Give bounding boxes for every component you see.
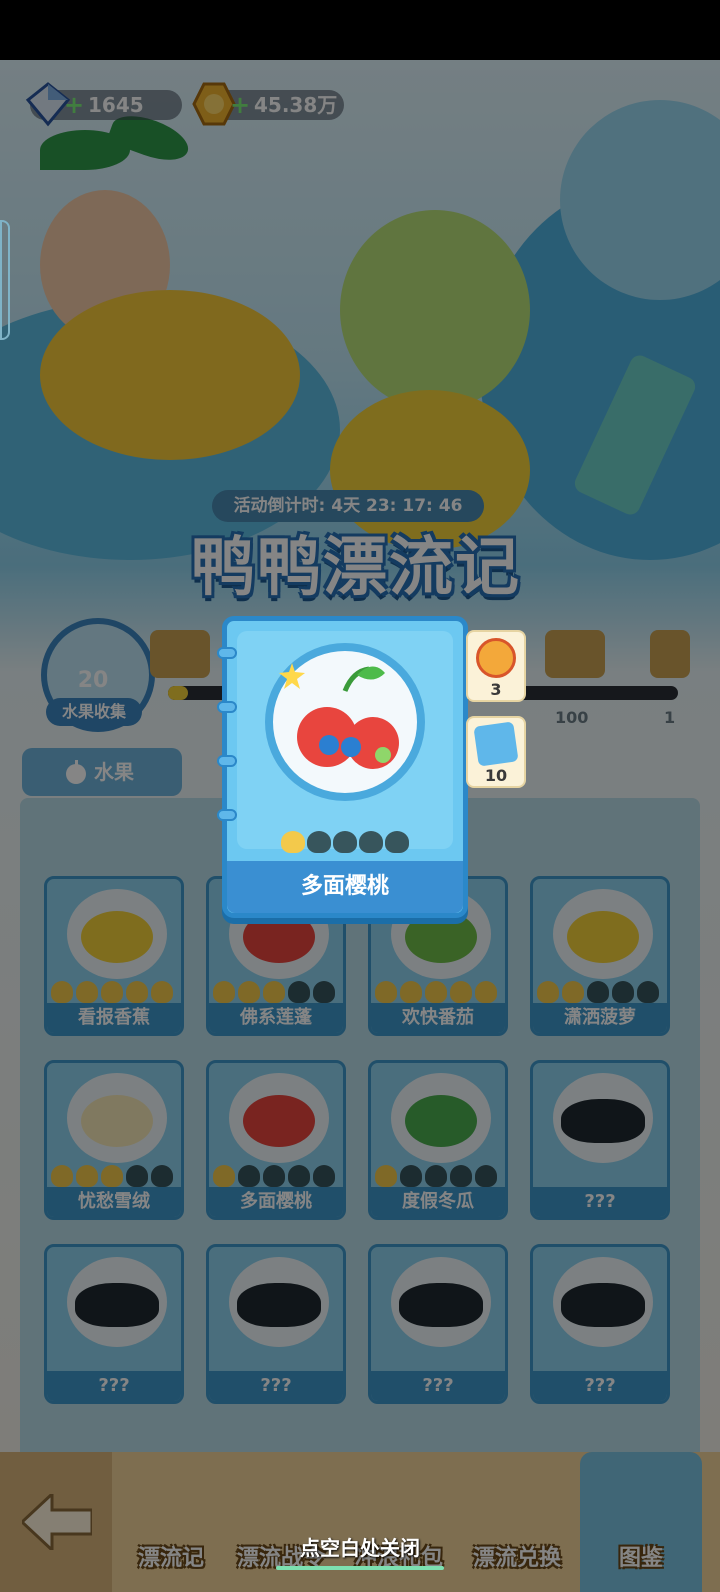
reward-item: 10 bbox=[466, 716, 526, 788]
fruit-detail-art-panel bbox=[237, 631, 453, 849]
nav-dim bbox=[0, 1452, 720, 1592]
fruit-detail-card: 多面樱桃 bbox=[217, 616, 468, 918]
reward-count: 10 bbox=[484, 766, 508, 785]
sparkle-star-icon bbox=[279, 663, 305, 689]
close-hint: 点空白处关闭 bbox=[300, 1536, 420, 1560]
status-bar bbox=[0, 0, 720, 60]
popup-star-rating bbox=[281, 831, 409, 853]
tomato-icon bbox=[476, 638, 516, 678]
binder-ring bbox=[217, 755, 237, 767]
side-tab-handle[interactable] bbox=[0, 220, 10, 340]
ticket-icon bbox=[473, 721, 519, 767]
star-icon bbox=[333, 831, 357, 853]
reward-item: 3 bbox=[466, 630, 526, 702]
reward-count: 3 bbox=[490, 680, 502, 699]
popup-fruit-name: 多面樱桃 bbox=[227, 861, 463, 913]
star-icon bbox=[385, 831, 409, 853]
star-icon bbox=[359, 831, 383, 853]
close-hint-underline bbox=[276, 1566, 444, 1570]
star-icon bbox=[281, 831, 305, 853]
binder-ring bbox=[217, 701, 237, 713]
binder-ring bbox=[217, 809, 237, 821]
binder-ring bbox=[217, 647, 237, 659]
star-icon bbox=[307, 831, 331, 853]
